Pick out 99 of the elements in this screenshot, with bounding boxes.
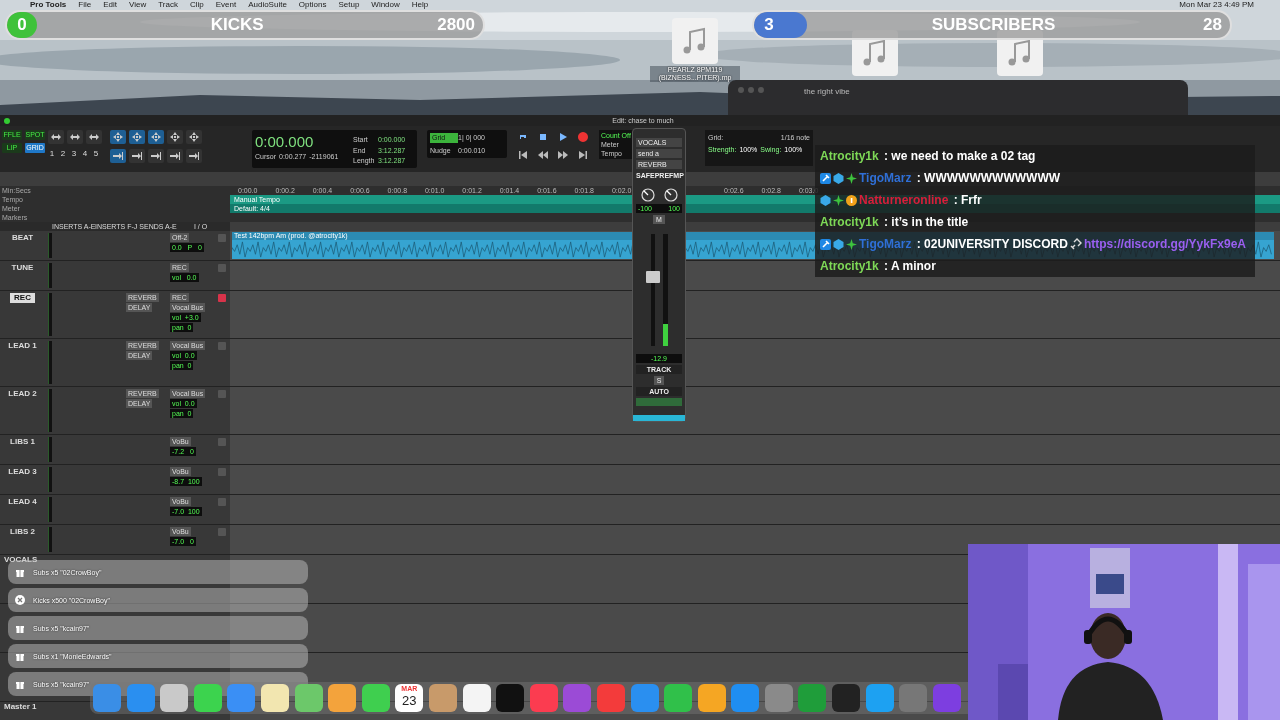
track-meter — [48, 263, 52, 288]
app-icon[interactable] — [664, 684, 693, 712]
zoom-preset-button[interactable]: 4 — [81, 149, 89, 158]
gift-icon — [15, 651, 25, 661]
app-icon[interactable] — [260, 684, 289, 712]
pan-knob-icon[interactable] — [663, 188, 678, 202]
rewind-icon[interactable] — [538, 150, 548, 160]
fast-forward-icon[interactable] — [558, 150, 568, 160]
pan-knob-icon[interactable] — [640, 188, 655, 202]
app-icon[interactable] — [361, 684, 390, 712]
zoom-preset-button[interactable]: 3 — [70, 149, 78, 158]
chat-text: : we need to make a 02 tag — [883, 149, 1036, 163]
strip-footer — [633, 415, 685, 421]
menu-item[interactable]: Help — [411, 0, 429, 10]
star-icon — [846, 238, 857, 250]
skip-forward-icon[interactable] — [578, 150, 588, 160]
goal-count: 3 — [763, 15, 775, 35]
chat-text: : Frfr — [952, 193, 982, 207]
chat-text: : WWWWWWWWWWWW — [915, 171, 1061, 185]
coin-icon — [846, 194, 857, 206]
cube-icon — [833, 238, 844, 250]
star-icon — [833, 194, 844, 206]
track-meter — [48, 527, 52, 552]
track-meter — [48, 467, 52, 492]
track-meter — [48, 497, 52, 522]
track-name[interactable]: LIBS 1 — [6, 437, 39, 447]
menu-item[interactable]: View — [129, 0, 147, 10]
app-icon[interactable] — [428, 684, 457, 712]
track-meter — [48, 437, 52, 462]
chat-username: TigoMarz — [859, 237, 912, 251]
window-zoom-icon[interactable] — [4, 117, 10, 124]
track-meter — [48, 389, 52, 432]
track-meter — [48, 233, 52, 258]
chat-username: Atrocity1k — [820, 149, 879, 163]
track-name[interactable]: LIBS 2 — [6, 527, 39, 537]
app-icon[interactable] — [496, 684, 525, 712]
app-icon[interactable] — [294, 684, 323, 712]
skip-back-icon[interactable] — [518, 150, 528, 160]
zoom-preset-button[interactable]: 2 — [59, 149, 67, 158]
menu-item[interactable]: File — [78, 0, 92, 10]
app-icon[interactable] — [193, 684, 222, 712]
goal-target: 28 — [1203, 15, 1222, 35]
goal-label: SUBSCRIBERS — [930, 15, 1057, 35]
track-name[interactable]: LEAD 2 — [4, 389, 41, 399]
app-icon[interactable] — [328, 684, 357, 712]
track-name[interactable]: TUNE — [7, 263, 38, 273]
goal-label: KICKS — [209, 15, 265, 35]
app-icon[interactable] — [160, 684, 189, 712]
main-counter: 0:00.000 — [255, 132, 315, 152]
loop-icon[interactable] — [518, 132, 528, 142]
goal-count: 0 — [16, 15, 28, 35]
gift-icon — [15, 679, 25, 689]
link-icon — [1069, 238, 1082, 250]
menu-item[interactable]: Options — [298, 0, 327, 10]
track-name[interactable]: LEAD 1 — [4, 341, 41, 351]
zoom-preset-button[interactable]: 1 — [48, 149, 56, 158]
app-icon[interactable] — [832, 684, 861, 712]
window-title: the right vibe — [804, 87, 850, 96]
menu-item[interactable]: Edit — [103, 0, 117, 10]
chat-username: TigoMarz — [859, 171, 912, 185]
menu-item[interactable]: Setup — [338, 0, 360, 10]
wrench-icon — [820, 172, 831, 184]
gift-icon — [15, 623, 25, 633]
track-name[interactable]: REC — [10, 293, 35, 303]
chat-username: Atrocity1k — [820, 215, 879, 229]
menu-item[interactable]: Clip — [189, 0, 204, 10]
track-meter — [48, 293, 52, 336]
cube-icon — [833, 172, 844, 184]
gift-icon — [15, 567, 25, 577]
menu-clock: Mon Mar 23 4:49 PM — [1179, 0, 1254, 10]
chat-text: : A minor — [883, 259, 936, 273]
fader-handle[interactable] — [645, 270, 660, 283]
menu-item[interactable]: AudioSuite — [248, 0, 287, 10]
goal-target: 2800 — [437, 15, 475, 35]
menu-item[interactable]: Event — [215, 0, 237, 10]
stop-icon[interactable] — [538, 132, 548, 142]
menu-app-name[interactable]: Pro Tools — [30, 0, 67, 10]
music-file-icon[interactable] — [672, 18, 718, 64]
chat-text: : it’s in the title — [883, 215, 969, 229]
calendar-day: 23 — [402, 693, 417, 708]
app-icon[interactable] — [697, 684, 726, 712]
play-icon[interactable] — [558, 132, 568, 142]
track-name[interactable]: LEAD 4 — [4, 497, 41, 507]
menu-item[interactable]: Track — [158, 0, 178, 10]
track-name[interactable]: LEAD 3 — [4, 467, 41, 477]
cube-icon — [820, 194, 831, 206]
zoom-preset-button[interactable]: 5 — [92, 149, 100, 158]
track-name[interactable]: Master 1 — [0, 702, 45, 720]
track-name[interactable]: BEAT — [7, 233, 38, 243]
chat-text: : 02UNIVERSITY DISCORD — [915, 237, 1068, 251]
record-icon[interactable] — [578, 132, 588, 142]
menu-item[interactable]: Window — [371, 0, 400, 10]
track-meter — [48, 341, 52, 384]
star-icon — [846, 172, 857, 184]
chat-username: Natturneronline — [859, 193, 949, 207]
chat-username: Atrocity1k — [820, 259, 879, 273]
wrench-icon — [820, 238, 831, 250]
x-circle-icon — [15, 595, 25, 605]
app-icon[interactable] — [462, 684, 491, 712]
